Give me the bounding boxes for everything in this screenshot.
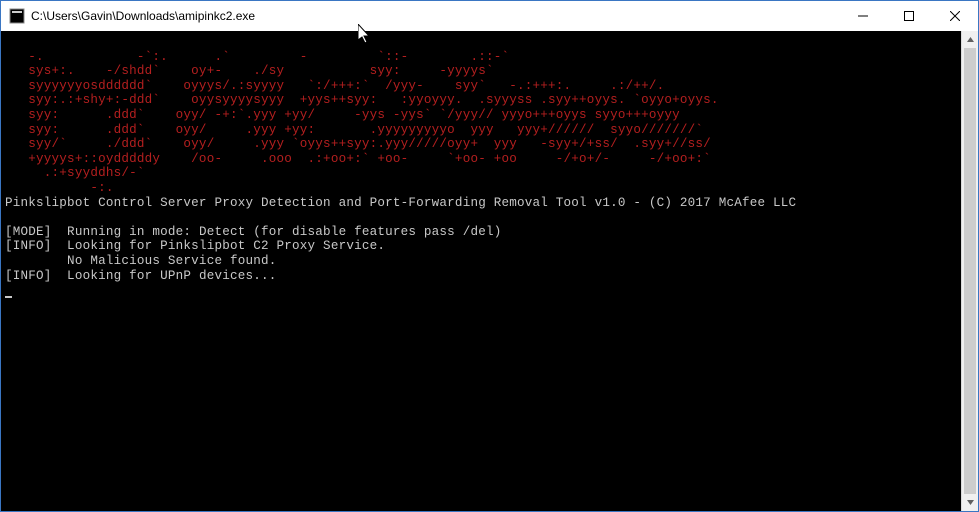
app-window: C:\Users\Gavin\Downloads\amipinkc2.exe -… <box>0 0 979 512</box>
log-text: No Malicious Service found. <box>5 254 277 268</box>
ascii-art-line: syy: .ddd` oyy/ .yyy +yy: .yyyyyyyyyo yy… <box>5 123 703 137</box>
scroll-down-button[interactable] <box>962 494 978 511</box>
log-text: Looking for UPnP devices... <box>52 269 277 283</box>
titlebar[interactable]: C:\Users\Gavin\Downloads\amipinkc2.exe <box>1 1 978 31</box>
minimize-button[interactable] <box>840 1 886 31</box>
log-text: Looking for Pinkslipbot C2 Proxy Service… <box>52 239 386 253</box>
scroll-up-button[interactable] <box>962 31 978 48</box>
text-cursor <box>5 296 12 298</box>
log-line: [INFO] Looking for UPnP devices... <box>5 269 277 283</box>
terminal-output[interactable]: -. -`:. .` - `::- .::-` sys+:. -/shdd` o… <box>1 31 961 511</box>
client-area: -. -`:. .` - `::- .::-` sys+:. -/shdd` o… <box>1 31 978 511</box>
log-tag: [INFO] <box>5 239 52 253</box>
maximize-button[interactable] <box>886 1 932 31</box>
ascii-art-line: -:. <box>5 181 114 195</box>
ascii-art-line: syyyyyyosdddddd` oyyys/.:syyyy `:/+++:` … <box>5 79 664 93</box>
ascii-art-line: syy: .ddd` oyy/ -+:`.yyy +yy/ -yys -yys`… <box>5 108 680 122</box>
log-tag: [INFO] <box>5 269 52 283</box>
ascii-art-line: syy/` ./ddd` oyy/ .yyy `oyys++syy:.yyy//… <box>5 137 711 151</box>
log-line: [INFO] Looking for Pinkslipbot C2 Proxy … <box>5 239 385 253</box>
close-button[interactable] <box>932 1 978 31</box>
ascii-art-line: sys+:. -/shdd` oy+- ./sy syy: -yyyys` <box>5 64 494 78</box>
scroll-thumb[interactable] <box>964 48 976 494</box>
window-controls <box>840 1 978 31</box>
vertical-scrollbar[interactable] <box>961 31 978 511</box>
log-text: Running in mode: Detect (for disable fea… <box>52 225 502 239</box>
scroll-track[interactable] <box>962 48 978 494</box>
ascii-art-line: +yyyys+::oydddddy /oo- .ooo .:+oo+:` +oo… <box>5 152 711 166</box>
ascii-art-line: syy:.:+shy+:-ddd` oyysyyyysyyy +yys++syy… <box>5 93 719 107</box>
ascii-art-line: .:+syyddhs/-` <box>5 166 145 180</box>
log-line: [MODE] Running in mode: Detect (for disa… <box>5 225 501 239</box>
banner-line: Pinkslipbot Control Server Proxy Detecti… <box>5 196 796 210</box>
ascii-art-line: -. -`:. .` - `::- .::-` <box>5 50 509 64</box>
log-line: No Malicious Service found. <box>5 254 277 268</box>
app-icon <box>9 8 25 24</box>
window-title: C:\Users\Gavin\Downloads\amipinkc2.exe <box>31 9 840 23</box>
log-tag: [MODE] <box>5 225 52 239</box>
